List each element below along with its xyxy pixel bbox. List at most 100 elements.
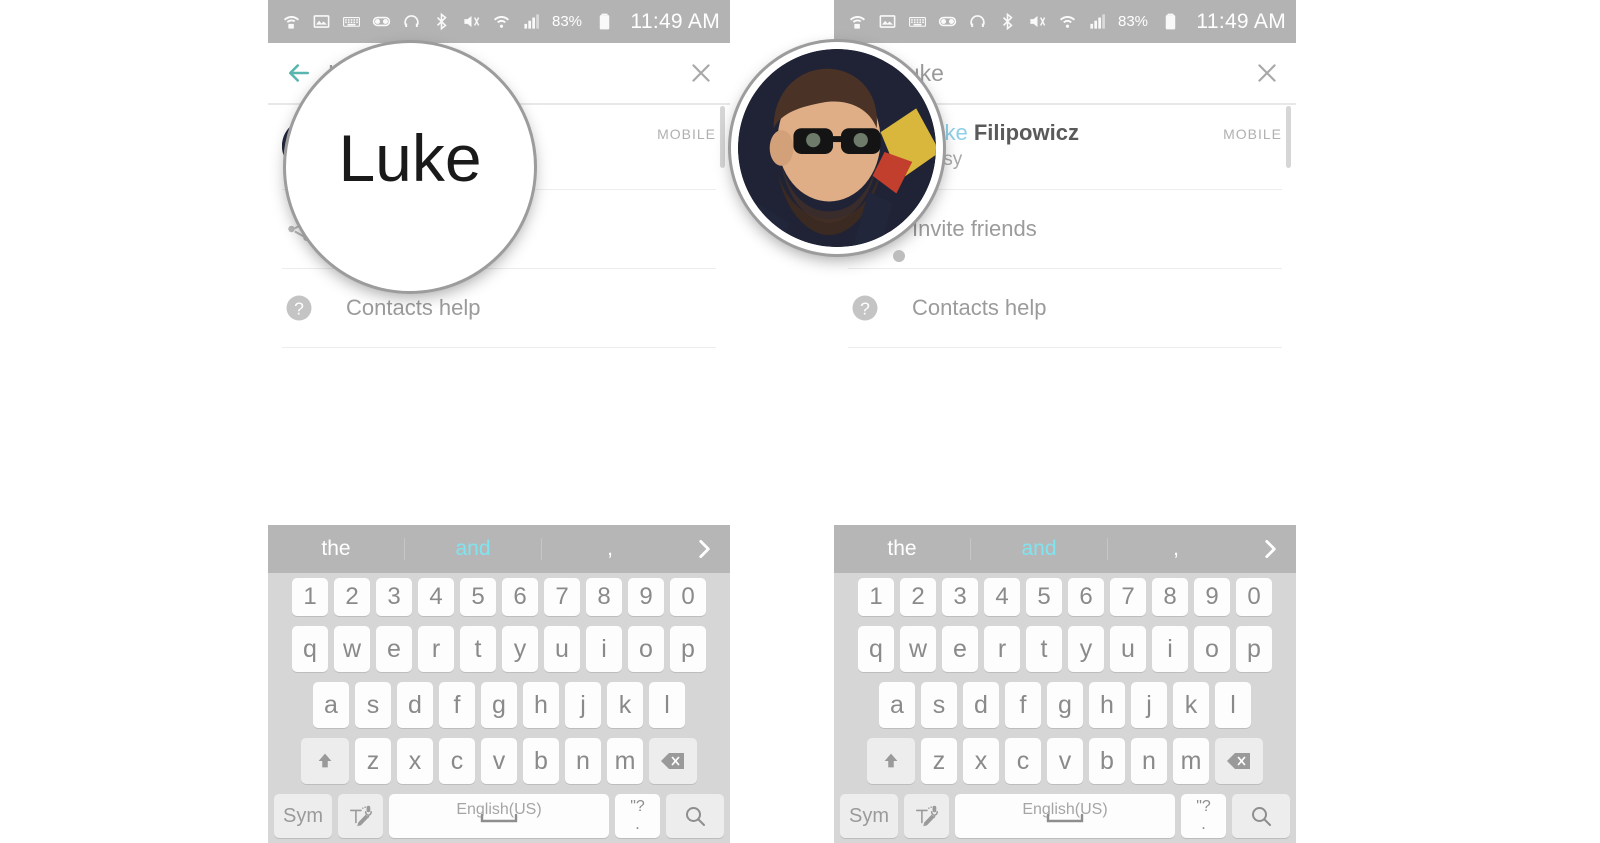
key-s[interactable]: s	[921, 682, 957, 728]
key-p[interactable]: p	[670, 626, 706, 672]
key-z[interactable]: z	[921, 738, 957, 784]
key-y[interactable]: y	[502, 626, 538, 672]
key-1[interactable]: 1	[292, 578, 328, 616]
handwriting-mic-icon[interactable]	[338, 794, 383, 838]
key-n[interactable]: n	[1131, 738, 1167, 784]
key-w[interactable]: w	[334, 626, 370, 672]
punctuation-key[interactable]: "? .	[1181, 794, 1226, 838]
key-f[interactable]: f	[1005, 682, 1041, 728]
suggestion-and[interactable]: and	[971, 537, 1107, 561]
backspace-icon[interactable]	[1215, 738, 1263, 784]
key-9[interactable]: 9	[628, 578, 664, 616]
key-g[interactable]: g	[1047, 682, 1083, 728]
key-4[interactable]: 4	[984, 578, 1020, 616]
key-2[interactable]: 2	[900, 578, 936, 616]
key-t[interactable]: t	[1026, 626, 1062, 672]
key-j[interactable]: j	[1131, 682, 1167, 728]
shift-up-icon[interactable]	[301, 738, 349, 784]
key-o[interactable]: o	[628, 626, 664, 672]
key-e[interactable]: e	[376, 626, 412, 672]
key-l[interactable]: l	[1215, 682, 1251, 728]
key-6[interactable]: 6	[1068, 578, 1104, 616]
key-m[interactable]: m	[1173, 738, 1209, 784]
key-a[interactable]: a	[879, 682, 915, 728]
key-4[interactable]: 4	[418, 578, 454, 616]
key-0[interactable]: 0	[1236, 578, 1272, 616]
key-x[interactable]: x	[397, 738, 433, 784]
key-k[interactable]: k	[1173, 682, 1209, 728]
key-b[interactable]: b	[523, 738, 559, 784]
key-t[interactable]: t	[460, 626, 496, 672]
key-g[interactable]: g	[481, 682, 517, 728]
key-9[interactable]: 9	[1194, 578, 1230, 616]
key-j[interactable]: j	[565, 682, 601, 728]
key-r[interactable]: r	[984, 626, 1020, 672]
suggestion-the[interactable]: the	[834, 537, 970, 561]
key-0[interactable]: 0	[670, 578, 706, 616]
key-1[interactable]: 1	[858, 578, 894, 616]
key-r[interactable]: r	[418, 626, 454, 672]
key-n[interactable]: n	[565, 738, 601, 784]
key-q[interactable]: q	[292, 626, 328, 672]
key-i[interactable]: i	[1152, 626, 1188, 672]
key-m[interactable]: m	[607, 738, 643, 784]
key-p[interactable]: p	[1236, 626, 1272, 672]
key-7[interactable]: 7	[544, 578, 580, 616]
key-v[interactable]: v	[481, 738, 517, 784]
space-key[interactable]: English(US)	[955, 794, 1175, 838]
key-f[interactable]: f	[439, 682, 475, 728]
sym-key[interactable]: Sym	[840, 794, 898, 838]
key-8[interactable]: 8	[1152, 578, 1188, 616]
key-a[interactable]: a	[313, 682, 349, 728]
key-7[interactable]: 7	[1110, 578, 1146, 616]
key-z[interactable]: z	[355, 738, 391, 784]
key-i[interactable]: i	[586, 626, 622, 672]
close-icon[interactable]	[1254, 60, 1280, 86]
key-x[interactable]: x	[963, 738, 999, 784]
suggestion-comma[interactable]: ,	[1108, 537, 1244, 561]
key-d[interactable]: d	[397, 682, 433, 728]
key-u[interactable]: u	[1110, 626, 1146, 672]
punctuation-key[interactable]: "? .	[615, 794, 660, 838]
handwriting-mic-icon[interactable]	[904, 794, 949, 838]
key-e[interactable]: e	[942, 626, 978, 672]
key-b[interactable]: b	[1089, 738, 1125, 784]
close-icon[interactable]	[688, 60, 714, 86]
backspace-icon[interactable]	[649, 738, 697, 784]
key-6[interactable]: 6	[502, 578, 538, 616]
key-c[interactable]: c	[1005, 738, 1041, 784]
sym-key[interactable]: Sym	[274, 794, 332, 838]
scrollbar[interactable]	[720, 106, 725, 168]
key-5[interactable]: 5	[1026, 578, 1062, 616]
key-d[interactable]: d	[963, 682, 999, 728]
search-input[interactable]: Luke	[894, 60, 1254, 87]
key-v[interactable]: v	[1047, 738, 1083, 784]
key-w[interactable]: w	[900, 626, 936, 672]
search-icon[interactable]	[666, 794, 724, 838]
key-3[interactable]: 3	[942, 578, 978, 616]
chevron-right-icon[interactable]	[1244, 536, 1296, 562]
menu-item-contacts-help[interactable]: ? Contacts help	[834, 269, 1296, 347]
chevron-right-icon[interactable]	[678, 536, 730, 562]
key-8[interactable]: 8	[586, 578, 622, 616]
suggestion-comma[interactable]: ,	[542, 537, 678, 561]
shift-up-icon[interactable]	[867, 738, 915, 784]
key-c[interactable]: c	[439, 738, 475, 784]
key-o[interactable]: o	[1194, 626, 1230, 672]
suggestion-and[interactable]: and	[405, 537, 541, 561]
key-5[interactable]: 5	[460, 578, 496, 616]
key-3[interactable]: 3	[376, 578, 412, 616]
key-2[interactable]: 2	[334, 578, 370, 616]
key-q[interactable]: q	[858, 626, 894, 672]
key-h[interactable]: h	[523, 682, 559, 728]
key-u[interactable]: u	[544, 626, 580, 672]
key-s[interactable]: s	[355, 682, 391, 728]
scrollbar[interactable]	[1286, 106, 1291, 168]
search-icon[interactable]	[1232, 794, 1290, 838]
key-l[interactable]: l	[649, 682, 685, 728]
key-k[interactable]: k	[607, 682, 643, 728]
menu-item-contacts-help[interactable]: ? Contacts help	[268, 269, 730, 347]
back-arrow-icon[interactable]	[284, 58, 314, 88]
suggestion-the[interactable]: the	[268, 537, 404, 561]
key-h[interactable]: h	[1089, 682, 1125, 728]
